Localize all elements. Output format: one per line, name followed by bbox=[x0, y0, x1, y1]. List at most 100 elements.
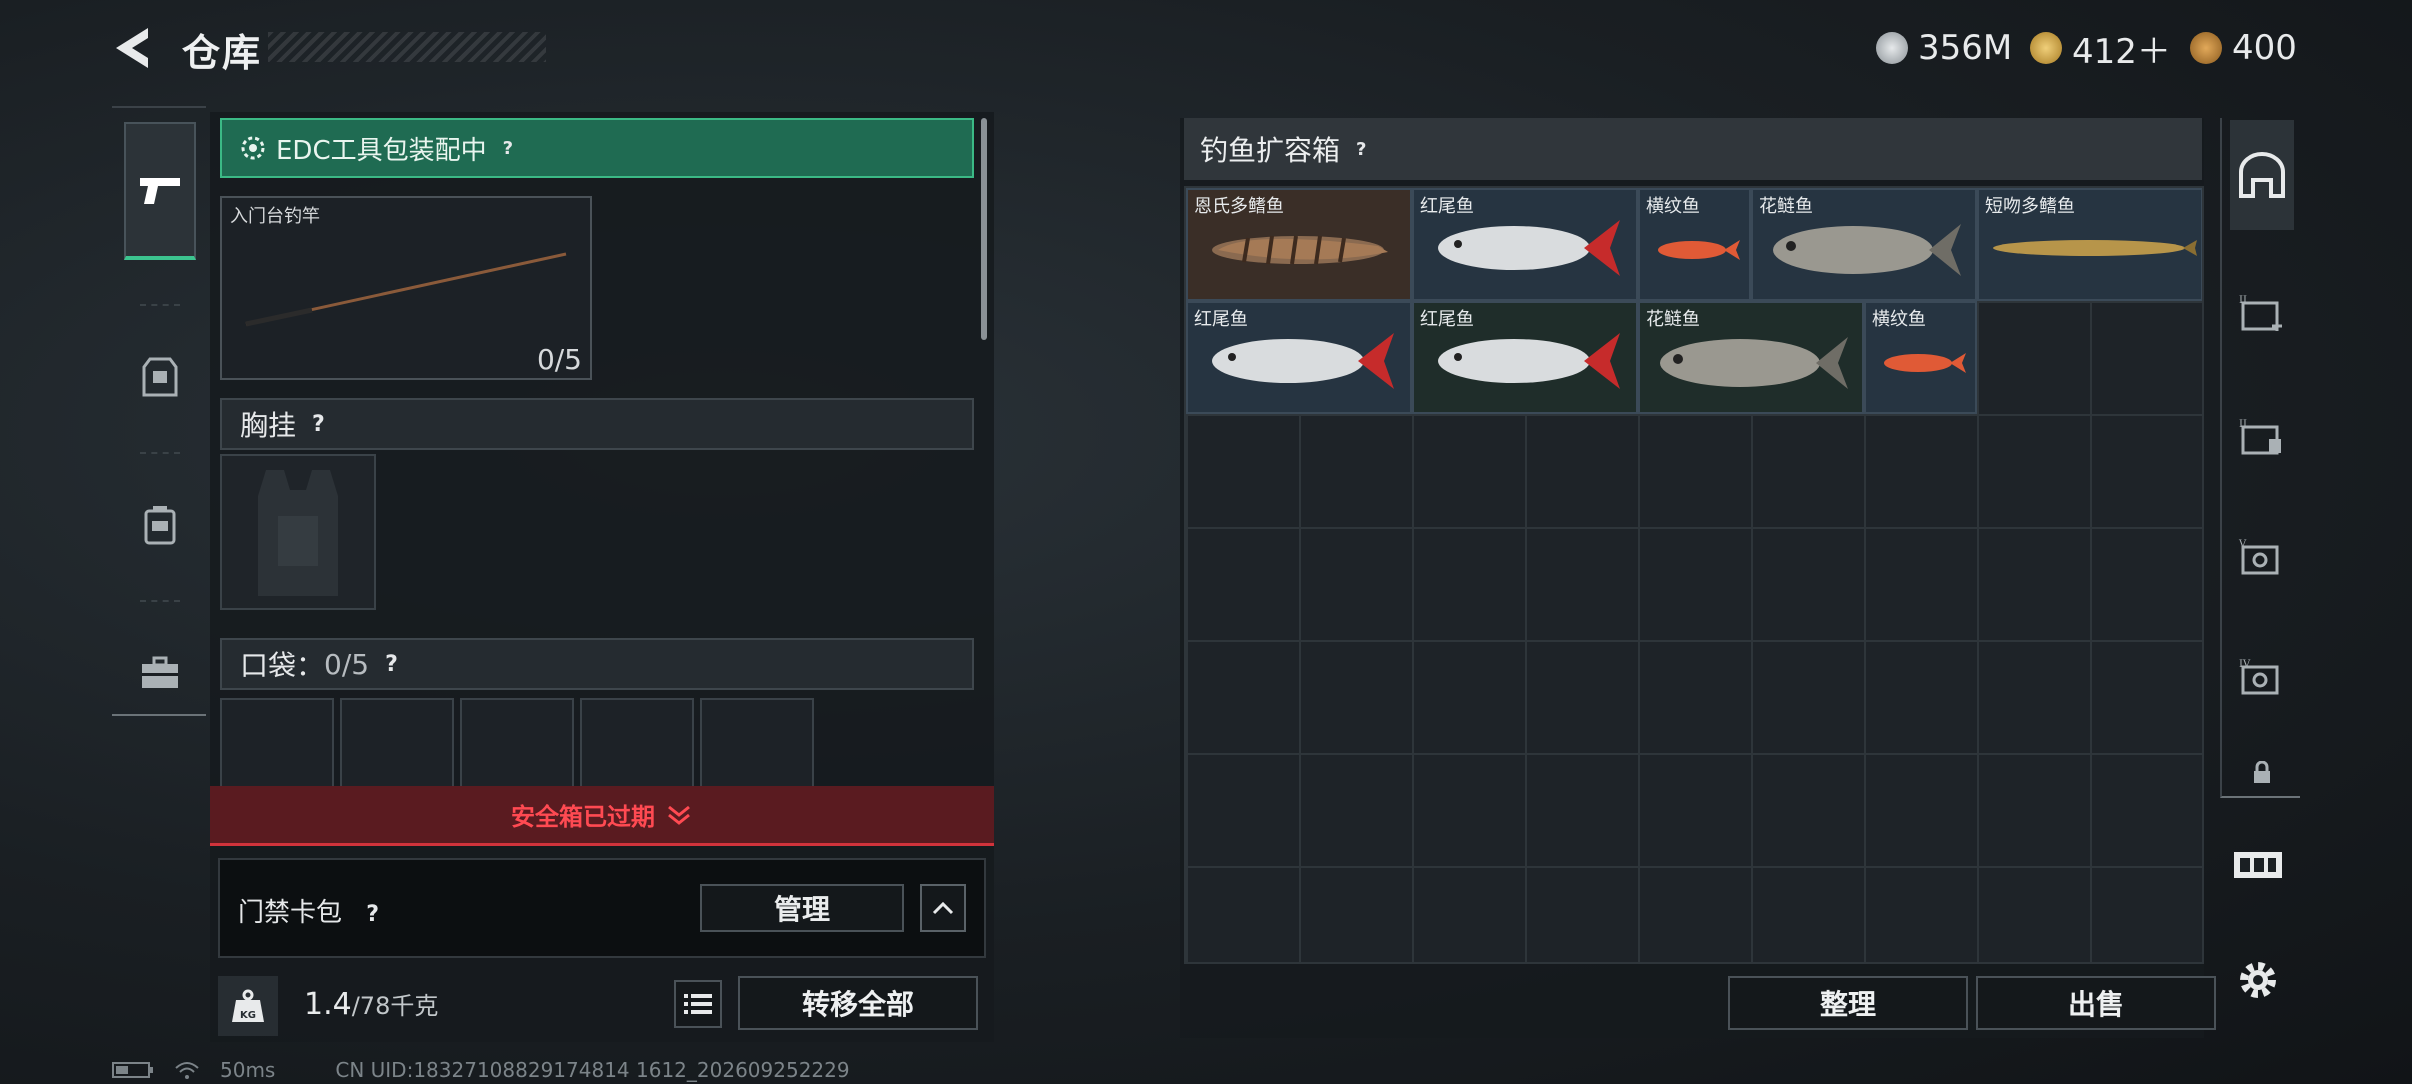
chest-rig-label: 胸挂 bbox=[240, 409, 297, 442]
nav-toolbox[interactable] bbox=[124, 604, 196, 742]
fishing-rod-icon bbox=[245, 252, 567, 327]
rod-count: 0/5 bbox=[536, 343, 582, 376]
currency-bronze-value: 400 bbox=[2232, 28, 2297, 68]
expansion-box-tab-1[interactable]: II bbox=[2230, 258, 2294, 368]
fish-name: 恩氏多鳍鱼 bbox=[1194, 196, 1284, 217]
edc-status-bar[interactable]: EDC工具包装配中 ? bbox=[220, 118, 974, 178]
expansion-box-ii-plus-icon: II bbox=[2239, 295, 2282, 331]
kg-label: KG bbox=[240, 1010, 256, 1021]
title-decoration bbox=[268, 32, 546, 62]
fish-item[interactable]: 横纹鱼 bbox=[1864, 301, 1977, 414]
fish-name: 红尾鱼 bbox=[1420, 196, 1474, 217]
sort-button[interactable]: 整理 bbox=[1728, 976, 1968, 1030]
currency-gold[interactable]: 412＋ bbox=[2030, 26, 2171, 72]
weight-max: /78千克 bbox=[351, 992, 439, 1020]
left-category-nav bbox=[112, 106, 206, 716]
expansion-box-tab-2[interactable]: II bbox=[2230, 382, 2294, 492]
fish-item[interactable]: 红尾鱼 bbox=[1412, 301, 1638, 414]
nav-armor[interactable] bbox=[124, 308, 196, 446]
chevron-up-icon bbox=[932, 901, 954, 915]
keycard-pack-label: 门禁卡包 bbox=[238, 898, 343, 928]
fishing-rod-slot[interactable]: 入门台钓竿 0/5 bbox=[220, 196, 592, 380]
fish-item[interactable]: 红尾鱼 bbox=[1186, 301, 1412, 414]
storage-title-bar: 钓鱼扩容箱 ? bbox=[1184, 118, 2202, 180]
special-box-icon bbox=[2234, 852, 2282, 878]
weight-current: 1.4 bbox=[304, 987, 352, 1022]
fish-item[interactable]: 红尾鱼 bbox=[1412, 188, 1638, 301]
chest-rig-slot[interactable] bbox=[220, 454, 376, 610]
safebox-expired-bar[interactable]: 安全箱已过期 bbox=[210, 786, 994, 846]
pocket-slot-5[interactable] bbox=[700, 698, 814, 788]
safebox-expired-text: 安全箱已过期 bbox=[511, 803, 655, 831]
gear-badge-icon bbox=[241, 136, 265, 160]
backpack-icon bbox=[144, 506, 176, 545]
currency-silver: 356M bbox=[1876, 26, 2012, 70]
expansion-box-v-icon: V bbox=[2238, 539, 2279, 575]
storage-help-icon[interactable]: ? bbox=[1356, 139, 1366, 160]
storage-home-tab[interactable] bbox=[2230, 120, 2294, 230]
back-arrow-icon bbox=[116, 28, 148, 68]
back-button[interactable] bbox=[112, 24, 160, 72]
fish-name: 红尾鱼 bbox=[1194, 309, 1248, 330]
expansion-box-ii-icon: II bbox=[2239, 419, 2281, 455]
svg-text:II: II bbox=[2239, 295, 2247, 306]
storage-box-nav: II II V IV bbox=[2220, 118, 2300, 798]
fish-item[interactable]: 恩氏多鳍鱼 bbox=[1186, 188, 1412, 301]
locked-box-tab[interactable] bbox=[2230, 748, 2294, 798]
keycard-help-icon[interactable]: ? bbox=[366, 902, 379, 927]
silver-coin-icon bbox=[1876, 32, 1908, 64]
pistol-icon bbox=[140, 178, 180, 204]
toolbox-icon bbox=[142, 656, 178, 688]
fish-item[interactable]: 横纹鱼 bbox=[1638, 188, 1751, 301]
pocket-slot-1[interactable] bbox=[220, 698, 334, 788]
fish-name: 花鲢鱼 bbox=[1759, 196, 1813, 217]
weight-readout: 1.4/78千克 bbox=[304, 986, 438, 1022]
nav-backpack[interactable] bbox=[124, 456, 196, 594]
loadout-scrollbar[interactable] bbox=[981, 118, 987, 340]
svg-text:V: V bbox=[2238, 539, 2247, 550]
fish-name: 横纹鱼 bbox=[1646, 196, 1700, 217]
chest-help-icon[interactable]: ? bbox=[312, 412, 325, 437]
currency-gold-value: 412＋ bbox=[2072, 31, 2171, 72]
user-id: CN UID:18327108829174814 1612_2026092522… bbox=[335, 1058, 850, 1082]
list-icon bbox=[684, 994, 712, 1014]
pocket-slot-4[interactable] bbox=[580, 698, 694, 788]
fish-name: 花鲢鱼 bbox=[1646, 309, 1700, 330]
pocket-help-icon[interactable]: ? bbox=[385, 652, 398, 677]
transfer-all-button[interactable]: 转移全部 bbox=[738, 976, 978, 1030]
chest-rig-header: 胸挂 ? bbox=[220, 398, 974, 450]
fish-item[interactable]: 花鲢鱼 bbox=[1638, 301, 1864, 414]
storage-grid[interactable]: 恩氏多鳍鱼 红尾鱼 横纹鱼 花鲢鱼 短吻多鳍鱼 红尾鱼 红尾鱼 花鲢鱼 横纹鱼 bbox=[1184, 186, 2204, 964]
manage-button[interactable]: 管理 bbox=[700, 884, 904, 932]
list-view-button[interactable] bbox=[674, 980, 722, 1028]
fish-item[interactable]: 短吻多鳍鱼 bbox=[1977, 188, 2202, 301]
storage-home-icon bbox=[2239, 152, 2285, 198]
pocket-slot-3[interactable] bbox=[460, 698, 574, 788]
special-box-tab[interactable] bbox=[2226, 834, 2290, 894]
page-title: 仓库 bbox=[182, 31, 263, 75]
edc-help-icon[interactable]: ? bbox=[503, 138, 513, 159]
edc-status-text: EDC工具包装配中 bbox=[276, 135, 487, 166]
sell-button[interactable]: 出售 bbox=[1976, 976, 2216, 1030]
status-footer: 50ms CN UID:18327108829174814 1612_20260… bbox=[112, 1058, 850, 1082]
svg-text:IV: IV bbox=[2239, 659, 2251, 670]
pocket-slot-2[interactable] bbox=[340, 698, 454, 788]
wifi-icon bbox=[175, 1062, 199, 1079]
lock-icon bbox=[2254, 761, 2270, 783]
expansion-box-iv-icon: IV bbox=[2239, 659, 2279, 695]
collapse-button[interactable] bbox=[920, 884, 966, 932]
storage-title: 钓鱼扩容箱 bbox=[1200, 134, 1341, 167]
fish-item[interactable]: 花鲢鱼 bbox=[1751, 188, 1977, 301]
settings-button[interactable] bbox=[2232, 954, 2284, 1006]
pocket-count: 0/5 bbox=[324, 647, 370, 681]
nav-weapon[interactable] bbox=[124, 122, 196, 260]
ping-readout: 50ms bbox=[220, 1058, 276, 1082]
battery-icon bbox=[112, 1062, 153, 1078]
expansion-box-tab-3[interactable]: V bbox=[2230, 502, 2294, 612]
svg-text:II: II bbox=[2239, 419, 2247, 430]
pocket-header: 口袋： 0/5 ? bbox=[220, 638, 974, 690]
gold-triangle-coin-icon bbox=[2030, 32, 2062, 64]
expansion-box-tab-4[interactable]: IV bbox=[2230, 622, 2294, 732]
pocket-label: 口袋： bbox=[240, 649, 325, 682]
currency-silver-value: 356M bbox=[1918, 28, 2013, 68]
